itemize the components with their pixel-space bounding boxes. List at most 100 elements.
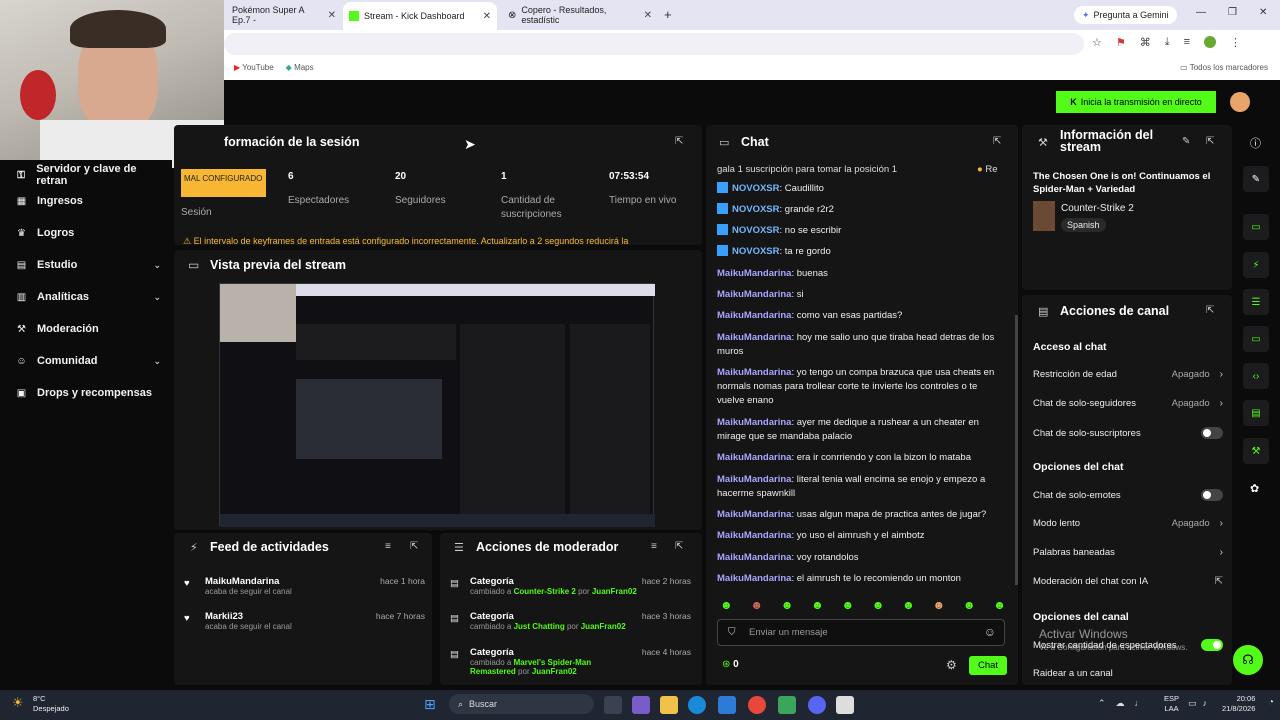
followers-only-row[interactable]: Chat de solo-seguidores Apagado › [1033, 398, 1223, 409]
popout-icon[interactable]: ⇱ [675, 136, 683, 147]
language-indicator[interactable]: ESP LAA [1164, 694, 1179, 714]
chat-bubble-icon[interactable]: ▭ [1243, 326, 1269, 352]
points-display[interactable]: ⊛ 0 [722, 659, 739, 670]
chat-input[interactable]: ⛉ Enviar un mensaje ☺ [717, 619, 1005, 646]
app3-icon[interactable] [836, 696, 854, 714]
wrench-icon[interactable]: ⚒ [1243, 438, 1269, 464]
chevron-up-icon[interactable]: ⌃ [1098, 698, 1106, 709]
user-avatar[interactable] [1230, 92, 1250, 112]
mic-icon[interactable]: ♩ [1135, 698, 1144, 709]
card-icon[interactable]: ▭ [1243, 214, 1269, 240]
start-icon[interactable]: ⊞ [424, 696, 436, 713]
sidebar-item-ingresos[interactable]: ▦ Ingresos [16, 195, 161, 207]
bolt-icon[interactable]: ⚡ [1243, 252, 1269, 278]
notification-bell-icon[interactable]: ◔ [1268, 697, 1274, 708]
emote-icon[interactable]: ☻ [963, 598, 976, 612]
raid-row[interactable]: Raidear a un canal [1033, 668, 1223, 679]
info-icon[interactable]: ⓘ [1250, 135, 1261, 151]
puzzle-icon[interactable]: ⌘ [1140, 36, 1151, 49]
popout-icon[interactable]: ⇱ [675, 541, 683, 552]
popout-icon[interactable]: ⇱ [1206, 136, 1214, 147]
palette-icon[interactable]: ✿ [1250, 482, 1259, 495]
subs-only-toggle[interactable] [1201, 427, 1223, 439]
star-icon[interactable]: ☆ [1092, 36, 1102, 49]
modaction-item: ▤ Categoría cambiado a Counter-Strike 2 po… [450, 576, 691, 596]
sidebar-item-analiticas[interactable]: ▥ Analíticas ⌄ [16, 291, 161, 303]
address-bar[interactable] [224, 33, 1084, 55]
extension-icon[interactable]: ⚑ [1116, 36, 1126, 49]
download-icon[interactable]: ⤓ [1165, 36, 1170, 49]
emote-icon[interactable]: ☻ [811, 598, 824, 612]
browser-tab-3[interactable]: ⊗ Copero - Resultados, estadístic ✕ [502, 4, 658, 26]
emote-icon[interactable]: ☻ [933, 598, 946, 612]
wrench-icon: ⚒ [1038, 137, 1048, 149]
emotes-only-toggle[interactable] [1201, 489, 1223, 501]
close-icon[interactable]: ✕ [328, 10, 336, 21]
send-chat-button[interactable]: Chat [969, 656, 1007, 675]
emote-icon[interactable]: ☻ [993, 598, 1006, 612]
gemini-button[interactable]: ✦ Pregunta a Gemini [1074, 6, 1177, 24]
list-icon[interactable]: ☰ [1243, 289, 1269, 315]
popout-icon[interactable]: ⇱ [410, 541, 418, 552]
clock[interactable]: 20:06 21/8/2026 [1222, 694, 1255, 714]
bookmark-maps[interactable]: ◆ Maps [286, 63, 314, 72]
chat-scrollbar[interactable] [1015, 315, 1018, 585]
popout-icon[interactable]: ⇱ [1206, 305, 1214, 316]
age-restriction-row[interactable]: Restricción de edad Apagado › [1033, 369, 1223, 380]
all-bookmarks[interactable]: ▭ Todos los marcadores [1180, 63, 1268, 72]
weather-icon[interactable]: ☀ [12, 695, 24, 711]
explorer-icon[interactable] [660, 696, 678, 714]
bookmark-youtube[interactable]: ▶ YouTube [234, 63, 274, 72]
filter-icon[interactable]: ≡ [651, 541, 657, 552]
banned-words-row[interactable]: Palabras baneadas › [1033, 547, 1223, 558]
taskview-icon[interactable] [604, 696, 622, 714]
ai-moderation-row[interactable]: Moderación del chat con IA ⇱ [1033, 576, 1223, 587]
media-icon[interactable]: ≡ [1184, 36, 1190, 49]
emote-icon[interactable]: ☻ [841, 598, 854, 612]
go-live-button[interactable]: K Inicia la transmisión en directo [1056, 91, 1216, 113]
emoji-icon[interactable]: ☺ [984, 625, 996, 639]
store-icon[interactable] [718, 696, 736, 714]
stream-preview-video[interactable] [219, 283, 655, 527]
slow-mode-row[interactable]: Modo lento Apagado › [1033, 518, 1223, 529]
maximize-icon[interactable]: ❐ [1228, 7, 1237, 18]
sidebar-item-moderacion[interactable]: ⚒ Moderación [16, 323, 161, 335]
code-icon[interactable]: ‹› [1243, 363, 1269, 389]
close-window-icon[interactable]: ✕ [1259, 7, 1267, 18]
taskbar-search[interactable]: ⌕ Buscar [449, 694, 594, 714]
emote-icon[interactable]: ☻ [750, 598, 763, 612]
sidebar-item-comunidad[interactable]: ☺ Comunidad ⌄ [16, 355, 161, 367]
chrome-icon[interactable] [748, 696, 766, 714]
app2-icon[interactable] [778, 696, 796, 714]
sidebar-item-server[interactable]: ⚿ Servidor y clave de retran [16, 163, 161, 187]
tray-status[interactable]: ▭ ♪ [1188, 698, 1207, 709]
help-headset-icon[interactable]: ☊ [1233, 645, 1263, 675]
minimize-icon[interactable]: — [1196, 7, 1206, 18]
popout-icon[interactable]: ⇱ [993, 136, 1001, 147]
close-icon[interactable]: ✕ [483, 11, 491, 22]
menu-icon[interactable]: ⋮ [1230, 36, 1241, 49]
edit-icon[interactable]: ✎ [1182, 136, 1190, 147]
filter-icon[interactable]: ≡ [385, 541, 391, 552]
server-icon[interactable]: ▤ [1243, 400, 1269, 426]
browser-tab-1[interactable]: Pokémon Super A Ep.7 - ✕ [226, 4, 342, 26]
browser-tab-2[interactable]: Stream - Kick Dashboard ✕ [343, 2, 497, 30]
show-viewers-toggle[interactable] [1201, 639, 1223, 651]
edge-icon[interactable] [688, 696, 706, 714]
emote-icon[interactable]: ☻ [902, 598, 915, 612]
emote-icon[interactable]: ☻ [720, 598, 733, 612]
cloud-icon[interactable]: ☁ [1116, 698, 1125, 709]
settings-gear-icon[interactable]: ⚙ [946, 658, 957, 672]
sidebar-item-drops[interactable]: ▣ Drops y recompensas [16, 387, 161, 399]
sidebar-item-logros[interactable]: ♛ Logros [16, 227, 161, 239]
sidebar-item-estudio[interactable]: ▤ Estudio ⌄ [16, 259, 161, 271]
close-icon[interactable]: ✕ [644, 10, 652, 21]
emote-icon[interactable]: ☻ [872, 598, 885, 612]
discord-icon[interactable] [808, 696, 826, 714]
edit-icon[interactable]: ✎ [1243, 166, 1269, 192]
emote-icon[interactable]: ☻ [781, 598, 794, 612]
app-icon[interactable] [632, 696, 650, 714]
weather-widget[interactable]: 8°C Despejado [33, 694, 69, 714]
profile-icon[interactable] [1204, 36, 1217, 48]
new-tab-icon[interactable]: + [664, 7, 672, 22]
